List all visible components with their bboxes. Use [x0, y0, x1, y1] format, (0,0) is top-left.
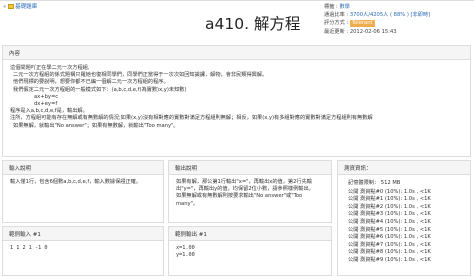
content-header: 內容	[3, 46, 470, 60]
sample-input-header: 範例輸入 #1	[3, 227, 163, 241]
rating-label: 評分方式 :	[324, 20, 349, 27]
memory-limit: 記憶體限制： 512 MB	[348, 180, 401, 186]
sample-output-line: x=1.00	[176, 245, 195, 251]
sample-input-panel: 範例輸入 #1 1 1 2 1 -1 0	[2, 226, 164, 276]
test-info-panel: 測資資訊： 記憶體限制： 512 MB 公開 測資點#0 (10%): 1.0s…	[337, 160, 471, 276]
equation-line: ax+by=c	[34, 93, 59, 100]
content-line: 如果無解，就輸出"No answer"；如果有無數解，就輸出"Too many"…	[13, 122, 179, 129]
test-case-item: 公開 測資點#8 (10%): 1.0s , <1K	[348, 249, 431, 256]
test-case-item: 公開 測資點#1 (10%): 1.0s , <1K	[348, 196, 431, 203]
page-title: a410. 解方程	[205, 15, 301, 33]
tag-link[interactable]: 數學	[339, 4, 349, 10]
output-desc-header: 輸出說明	[169, 161, 331, 175]
test-case-item: 公開 測資點#4 (10%): 1.0s , <1K	[348, 218, 431, 225]
breadcrumb-link[interactable]: 基礎題庫	[15, 4, 37, 10]
output-desc-body: 如果有解，那公第1行輸出"x="，再輸出x的值，第2行先輸出"y="，再輸出y的…	[169, 175, 331, 212]
test-info-body: 記憶體限制： 512 MB 公開 測資點#0 (10%): 1.0s , <1K…	[338, 175, 470, 270]
pass-rate-link[interactable]: 3700人/4205人 ( 88% ) [非即時]	[350, 12, 430, 18]
sample-output-header: 範例輸出 #1	[169, 227, 331, 241]
output-desc-panel: 輸出說明 如果有解，那公第1行輸出"x="，再輸出x的值，第2行先輸出"y="，…	[168, 160, 332, 223]
content-line: 我們假定二元一次方程組的一般模式如下：(a,b,c,d,e,f)為實數)x,y)…	[13, 86, 187, 93]
content-line: 他們現標的要說明，想要你都不已編一個解二元一次方程組的程序。	[13, 79, 169, 86]
input-desc-text: 輸入僅1行，包含6個數a,b,c,d,e,f，輸入數據保證正確。	[10, 179, 142, 185]
test-info-header: 測資資訊：	[338, 161, 470, 175]
updated-value: 2012-02-06 15:43	[349, 28, 397, 35]
rating-badge: Tolerant	[349, 20, 375, 27]
sample-output-panel: 範例輸出 #1 x=1.00 y=1.00	[168, 226, 332, 276]
content-body: 這個問題吖正在學二元一次方程組, 二元一次方程組的係式題構只羅她也復相同學們，同…	[3, 60, 470, 134]
input-desc-header: 輸入說明	[3, 161, 163, 175]
top-divider	[0, 0, 474, 1]
sample-output-line: y=1.00	[176, 252, 195, 259]
test-case-item: 公開 測資點#6 (10%): 1.0s , <1K	[348, 234, 431, 241]
sample-output-body: x=1.00 y=1.00	[169, 241, 331, 263]
folder-icon	[8, 4, 15, 9]
tag-label: 標籤 :	[324, 4, 338, 10]
output-desc-line: 如果有解，那公第1行輸出"x="，再輸出x的值，第2行先輸出"y="，再輸出y的…	[176, 179, 314, 193]
input-desc-panel: 輸入說明 輸入僅1行，包含6個數a,b,c,d,e,f，輸入數據保證正確。	[2, 160, 164, 223]
back-arrow-icon: «	[3, 4, 7, 10]
test-case-item: 公開 測資點#9 (10%): 1.0s , <1K	[348, 256, 431, 263]
breadcrumb[interactable]: « 基礎題庫	[3, 2, 37, 10]
output-desc-line: 如果無解或有無數解則按要求輸出"No answer"或"Too many"。	[176, 193, 303, 207]
problem-meta: 標籤 : 數學 通過比率 : 3700人/4205人 ( 88% ) [非即時]…	[324, 3, 430, 36]
sample-input-text: 1 1 2 1 -1 0	[10, 245, 48, 251]
updated-label: 最近更新 :	[324, 28, 349, 35]
content-line: 注所，方程組可能有存在無解或有無數解的情況;如果(x,y)沒有相對應的實數對滿足…	[10, 115, 373, 122]
test-case-item: 公開 測資點#3 (10%): 1.0s , <1K	[348, 211, 431, 218]
content-panel: 內容 這個問題吖正在學二元一次方程組, 二元一次方程組的係式題構只羅她也復相同學…	[2, 45, 471, 157]
pass-rate-label: 通過比率 :	[324, 12, 349, 19]
